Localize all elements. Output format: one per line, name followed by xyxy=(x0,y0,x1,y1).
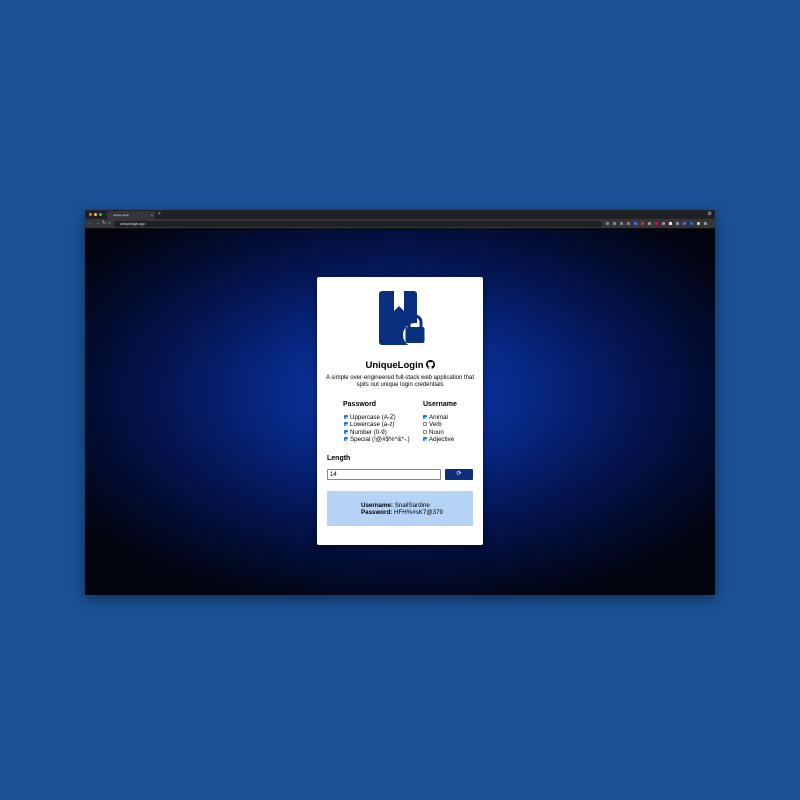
username-heading: Username xyxy=(423,401,457,408)
username-checkbox[interactable] xyxy=(423,436,427,441)
extension-icon[interactable] xyxy=(627,222,631,226)
address-bar[interactable]: uniquelogin.app xyxy=(114,220,602,227)
username-checkbox[interactable] xyxy=(423,429,427,434)
github-icon[interactable] xyxy=(425,360,435,369)
new-tab-button[interactable]: + xyxy=(158,210,161,219)
app-title-text: UniqueLogin xyxy=(365,360,424,371)
extension-icon[interactable] xyxy=(634,222,638,226)
browser-toolbar: ← → ↻ ⌂ uniquelogin.app xyxy=(85,219,715,229)
maximize-window-button[interactable] xyxy=(99,213,103,217)
password-option-label: Uppercase (A-Z) xyxy=(350,414,396,421)
username-result-label: Username: xyxy=(361,502,393,509)
app-subtitle: A simple over-engineered full-stack web … xyxy=(325,375,475,388)
minimize-window-button[interactable] xyxy=(94,213,98,217)
password-option[interactable]: Uppercase (A-Z) xyxy=(344,414,396,421)
extension-icon[interactable] xyxy=(641,222,645,226)
result-box: Username: SnailSardine Password: HFH%#sK… xyxy=(327,491,473,526)
tab-title: unique login xyxy=(113,213,130,217)
extension-icon[interactable] xyxy=(683,222,687,226)
password-option[interactable]: Lowercase (a-z) xyxy=(344,421,394,428)
bookmark-lock-logo-icon xyxy=(379,291,427,347)
tab-close-icon[interactable]: × xyxy=(151,211,153,219)
password-checkbox[interactable] xyxy=(344,415,348,419)
browser-window: unique login × + ⚙ ← → ↻ ⌂ uniquelogin.a… xyxy=(85,210,715,595)
password-checkbox[interactable] xyxy=(344,422,348,427)
username-result: Username: SnailSardine xyxy=(361,502,430,509)
password-result-label: Password: xyxy=(361,509,393,516)
extension-icon[interactable] xyxy=(613,222,617,226)
length-label: Length xyxy=(327,455,351,462)
username-option[interactable]: Adjective xyxy=(423,436,454,443)
password-option[interactable]: Number (0-9) xyxy=(344,429,387,436)
forward-icon[interactable]: → xyxy=(95,219,100,228)
extension-icon[interactable] xyxy=(662,222,666,226)
extension-icon[interactable] xyxy=(620,222,624,226)
username-result-value: SnailSardine xyxy=(394,502,430,509)
app-card: UniqueLogin A simple over-engineered ful… xyxy=(317,277,483,545)
extension-icon[interactable] xyxy=(606,222,610,226)
password-option-label: Special (!@#$%^&*-.) xyxy=(350,435,410,443)
username-option[interactable]: Animal xyxy=(423,414,448,421)
url-text: uniquelogin.app xyxy=(120,221,146,226)
username-option-label: Animal xyxy=(429,414,448,421)
password-heading: Password xyxy=(343,401,377,408)
username-option-label: Adjective xyxy=(429,435,455,443)
extension-icon[interactable] xyxy=(648,222,652,226)
home-icon[interactable]: ⌂ xyxy=(108,219,111,228)
password-option[interactable]: Special (!@#$%^&*-.) xyxy=(344,436,410,443)
gear-icon[interactable]: ⚙ xyxy=(708,211,712,217)
tab-bar: unique login × + ⚙ xyxy=(85,210,715,219)
app-title: UniqueLogin xyxy=(317,360,483,371)
reload-icon[interactable]: ↻ xyxy=(102,219,106,228)
length-input[interactable]: 14 xyxy=(327,469,441,480)
extension-icon[interactable] xyxy=(704,222,708,226)
browser-tab[interactable]: unique login × xyxy=(107,211,155,219)
generate-button[interactable]: ⟳ xyxy=(445,469,473,480)
password-result: Password: HFH%#sK7@379 xyxy=(361,509,443,516)
password-checkbox[interactable] xyxy=(344,429,348,434)
back-icon[interactable]: ← xyxy=(88,219,93,228)
username-option-label: Verb xyxy=(429,421,442,429)
extension-icon[interactable] xyxy=(669,222,673,226)
extension-icon[interactable] xyxy=(697,222,701,226)
close-window-button[interactable] xyxy=(89,213,93,217)
extension-icon[interactable] xyxy=(655,222,659,226)
username-option[interactable]: Noun xyxy=(423,429,444,436)
password-result-value: HFH%#sK7@379 xyxy=(394,509,443,516)
username-checkbox[interactable] xyxy=(423,422,427,427)
username-checkbox[interactable] xyxy=(423,415,427,419)
password-checkbox[interactable] xyxy=(344,436,348,441)
extension-icon[interactable] xyxy=(690,222,694,226)
username-option-label: Noun xyxy=(429,428,444,436)
password-option-label: Number (0-9) xyxy=(350,428,387,436)
page-viewport: UniqueLogin A simple over-engineered ful… xyxy=(85,229,715,595)
username-option[interactable]: Verb xyxy=(423,421,442,428)
refresh-icon: ⟳ xyxy=(456,471,462,477)
password-option-label: Lowercase (a-z) xyxy=(350,421,395,429)
extension-icon[interactable] xyxy=(676,222,680,226)
